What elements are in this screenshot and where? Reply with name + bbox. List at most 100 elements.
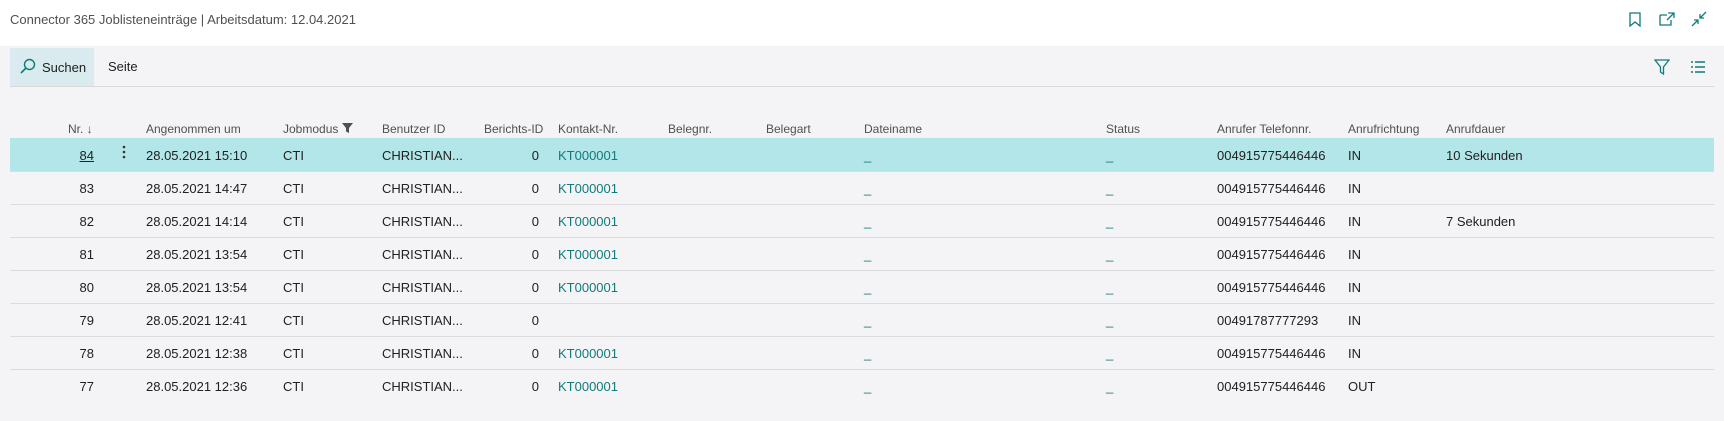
cell-kontakt[interactable]: KT000001 [558,214,618,229]
table-row[interactable]: 77 28.05.2021 12:36 CTI CHRISTIAN... 0 KT0000… [10,369,1714,402]
cell-anrufer: 004915775446446 [1217,148,1326,163]
cell-jobmodus: CTI [283,181,304,196]
cell-benutzer: CHRISTIAN... [382,379,463,394]
table-row[interactable]: 80 28.05.2021 13:54 CTI CHRISTIAN... 0 KT0000… [10,270,1714,303]
list-tools [1652,57,1708,77]
cell-jobmodus: CTI [283,346,304,361]
cell-dateiname[interactable]: _ [864,313,871,328]
cell-dateiname[interactable]: _ [864,214,871,229]
column-header-berichts[interactable]: Berichts-ID [484,122,543,136]
search-button[interactable]: Suchen [10,48,94,86]
table-row[interactable]: 78 28.05.2021 12:38 CTI CHRISTIAN... 0 KT0000… [10,336,1714,369]
cell-richtung: IN [1348,148,1361,163]
list-view-icon[interactable] [1688,57,1708,77]
cell-nr[interactable]: 81 [60,247,94,262]
cell-berichts: 0 [531,379,539,394]
page-menu-button[interactable]: Seite [108,59,138,74]
column-header-jobmodus[interactable]: Jobmodus [283,122,353,136]
row-actions-icon[interactable] [122,145,126,163]
cell-nr[interactable]: 82 [60,214,94,229]
cell-dateiname[interactable]: _ [864,346,871,361]
table-row[interactable]: 83 28.05.2021 14:47 CTI CHRISTIAN... 0 KT0000… [10,171,1714,204]
cell-kontakt[interactable]: KT000001 [558,280,618,295]
bookmark-icon[interactable] [1626,10,1644,28]
cell-nr[interactable]: 80 [60,280,94,295]
cell-angenommen: 28.05.2021 12:36 [146,379,248,394]
cell-nr[interactable]: 84 [60,148,94,163]
cell-dauer: 7 Sekunden [1446,214,1516,229]
cell-jobmodus: CTI [283,379,304,394]
cell-nr[interactable]: 83 [60,181,94,196]
cell-angenommen: 28.05.2021 12:41 [146,313,248,328]
column-header-nr[interactable]: Nr. ↓ [68,122,93,136]
cell-status[interactable]: _ [1106,148,1113,163]
cell-dateiname[interactable]: _ [864,247,871,262]
title-bar: Connector 365 Joblisteneinträge | Arbeit… [0,0,1724,46]
cell-benutzer: CHRISTIAN... [382,181,463,196]
cell-status[interactable]: _ [1106,346,1113,361]
cell-anrufer: 004915775446446 [1217,247,1326,262]
cell-status[interactable]: _ [1106,313,1113,328]
table-row[interactable]: 82 28.05.2021 14:14 CTI CHRISTIAN... 0 KT0000… [10,204,1714,237]
column-header-dateiname[interactable]: Dateiname [864,122,922,136]
cell-benutzer: CHRISTIAN... [382,148,463,163]
joblist-grid: Nr. ↓ Angenommen um Jobmodus Benutzer ID… [10,110,1714,402]
cell-kontakt[interactable]: KT000001 [558,247,618,262]
cell-berichts: 0 [531,346,539,361]
search-icon [20,58,36,77]
table-row[interactable]: 84 28.05.2021 15:10 CTI CHRISTIAN... 0 KT0000… [10,138,1714,171]
filter-active-icon [341,122,353,136]
collapse-icon[interactable] [1690,10,1708,28]
cell-richtung: IN [1348,280,1361,295]
cell-nr[interactable]: 77 [60,379,94,394]
column-header-dauer[interactable]: Anrufdauer [1446,122,1505,136]
cell-status[interactable]: _ [1106,280,1113,295]
column-header-anrufer[interactable]: Anrufer Telefonnr. [1217,122,1312,136]
cell-angenommen: 28.05.2021 13:54 [146,280,248,295]
cell-kontakt[interactable]: KT000001 [558,181,618,196]
column-header-angenommen[interactable]: Angenommen um [146,122,241,136]
page-title: Connector 365 Joblisteneinträge | Arbeit… [10,12,356,27]
cell-anrufer: 00491787777293 [1217,313,1319,328]
cell-anrufer: 004915775446446 [1217,346,1326,361]
cell-jobmodus: CTI [283,214,304,229]
cell-anrufer: 004915775446446 [1217,214,1326,229]
cell-berichts: 0 [531,280,539,295]
cell-anrufer: 004915775446446 [1217,280,1326,295]
cell-nr[interactable]: 78 [60,346,94,361]
cell-benutzer: CHRISTIAN... [382,280,463,295]
cell-status[interactable]: _ [1106,181,1113,196]
cell-status[interactable]: _ [1106,379,1113,394]
table-row[interactable]: 81 28.05.2021 13:54 CTI CHRISTIAN... 0 KT0000… [10,237,1714,270]
column-header-benutzer[interactable]: Benutzer ID [382,122,445,136]
column-header-belegnr[interactable]: Belegnr. [668,122,712,136]
search-button-label: Suchen [42,59,87,75]
cell-anrufer: 004915775446446 [1217,181,1326,196]
cell-angenommen: 28.05.2021 14:14 [146,214,248,229]
cell-kontakt[interactable]: KT000001 [558,346,618,361]
column-header-status[interactable]: Status [1106,122,1140,136]
cell-angenommen: 28.05.2021 14:47 [146,181,248,196]
column-header-richtung[interactable]: Anrufrichtung [1348,122,1419,136]
filter-icon[interactable] [1652,57,1672,77]
cell-dateiname[interactable]: _ [864,379,871,394]
cell-jobmodus: CTI [283,280,304,295]
cell-kontakt[interactable]: KT000001 [558,379,618,394]
cell-richtung: IN [1348,247,1361,262]
column-header-kontakt[interactable]: Kontakt-Nr. [558,122,618,136]
column-header-belegart[interactable]: Belegart [766,122,811,136]
open-new-window-icon[interactable] [1658,10,1676,28]
cell-dateiname[interactable]: _ [864,148,871,163]
title-icons [1626,10,1708,28]
cell-status[interactable]: _ [1106,214,1113,229]
table-row[interactable]: 79 28.05.2021 12:41 CTI CHRISTIAN... 0 _ _ 0049… [10,303,1714,336]
cell-nr[interactable]: 79 [60,313,94,328]
cell-kontakt[interactable]: KT000001 [558,148,618,163]
cell-dateiname[interactable]: _ [864,280,871,295]
cell-berichts: 0 [531,181,539,196]
cell-dateiname[interactable]: _ [864,181,871,196]
cell-berichts: 0 [531,148,539,163]
cell-benutzer: CHRISTIAN... [382,313,463,328]
cell-status[interactable]: _ [1106,247,1113,262]
cell-benutzer: CHRISTIAN... [382,346,463,361]
